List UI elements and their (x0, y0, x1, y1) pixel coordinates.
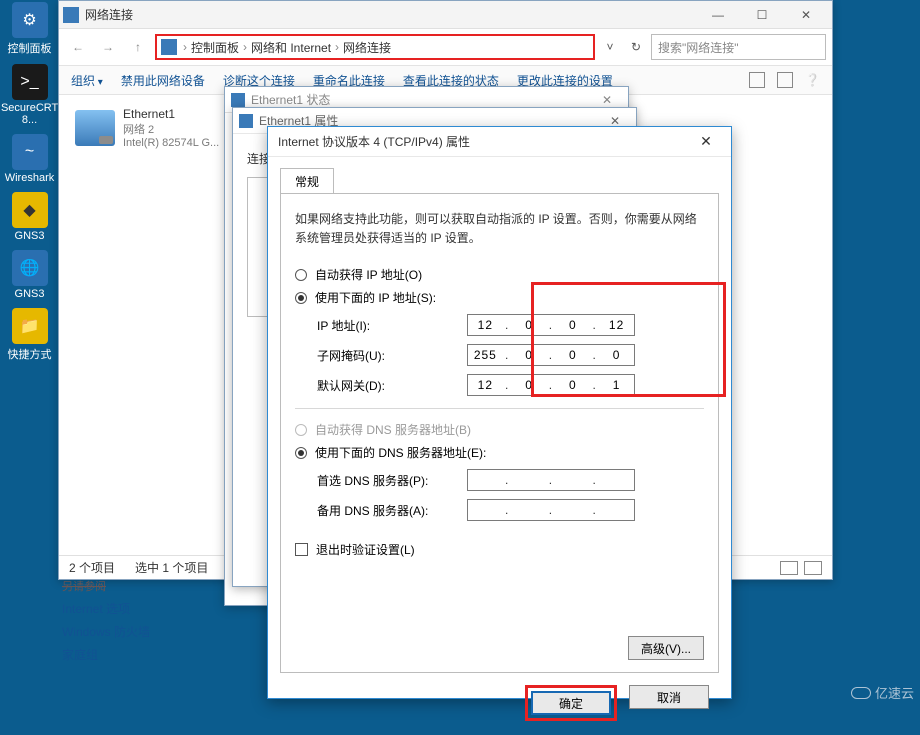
preview-icon[interactable] (777, 72, 793, 88)
link-firewall[interactable]: Windows 防火墙 (62, 623, 150, 640)
minimize-button[interactable]: — (696, 2, 740, 28)
breadcrumb-item[interactable]: 网络和 Internet (249, 39, 333, 56)
folder-icon: 📁 (12, 308, 48, 344)
desktop-icon-wireshark[interactable]: ~Wireshark (2, 134, 57, 184)
help-text: 如果网络支持此功能，则可以获取自动指派的 IP 设置。否则，你需要从网络系统管理… (295, 210, 704, 248)
disable-button[interactable]: 禁用此网络设备 (121, 72, 205, 89)
desktop-icon-gns3[interactable]: ◆GNS3 (2, 192, 57, 242)
radio-icon (295, 447, 307, 459)
nav-back[interactable]: ← (65, 34, 91, 60)
refresh-button[interactable]: ↻ (625, 36, 647, 58)
ethernet-icon (231, 93, 245, 107)
advanced-button[interactable]: 高级(V)... (628, 636, 704, 660)
help-icon[interactable]: ❔ (805, 73, 820, 87)
desktop-icon-shortcut[interactable]: 📁快捷方式 (2, 308, 57, 362)
desktop-icon-gns3-2[interactable]: 🌐GNS3 (2, 250, 57, 300)
adapter-name: Ethernet1 (123, 107, 219, 121)
ipv4-titlebar[interactable]: Internet 协议版本 4 (TCP/IPv4) 属性 ✕ (268, 127, 731, 157)
dns2-input[interactable]: . . . (467, 499, 635, 521)
nav-forward[interactable]: → (95, 34, 121, 60)
desktop-icon-control-panel[interactable]: ⚙控制面板 (2, 2, 57, 56)
validate-checkbox[interactable]: 退出时验证设置(L) (295, 541, 704, 558)
selected-count: 选中 1 个项目 (135, 559, 208, 576)
view-icon[interactable] (749, 72, 765, 88)
radio-icon (295, 424, 307, 436)
radio-icon (295, 269, 307, 281)
ip-label: IP 地址(I): (317, 317, 467, 334)
details-view-icon[interactable] (780, 561, 798, 575)
radio-auto-ip[interactable]: 自动获得 IP 地址(O) (295, 266, 704, 283)
breadcrumb-item[interactable]: 网络连接 (341, 39, 393, 56)
breadcrumb[interactable]: › 控制面板 › 网络和 Internet › 网络连接 (155, 34, 595, 60)
cancel-button[interactable]: 取消 (629, 685, 709, 709)
gns3-icon: ◆ (12, 192, 48, 228)
tab-general[interactable]: 常规 (280, 168, 334, 194)
dns1-label: 首选 DNS 服务器(P): (317, 472, 467, 489)
link-internet-options[interactable]: Internet 选项 (62, 600, 150, 617)
status-close-button[interactable]: ✕ (592, 93, 622, 107)
tab-strip: 常规 (268, 157, 731, 193)
adapter-device: Intel(R) 82574L G... (123, 137, 219, 149)
item-count: 2 个项目 (69, 559, 115, 576)
dns2-label: 备用 DNS 服务器(A): (317, 502, 467, 519)
adapter-icon (75, 110, 115, 146)
history-dropdown[interactable]: ˅ (599, 36, 621, 58)
dns1-input[interactable]: . . . (467, 469, 635, 491)
tab-body: 如果网络支持此功能，则可以获取自动指派的 IP 设置。否则，你需要从网络系统管理… (280, 193, 719, 673)
highlight-ip-box (531, 282, 726, 397)
wireshark-icon: ~ (12, 134, 48, 170)
mask-label: 子网掩码(U): (317, 347, 467, 364)
nav-bar: ← → ↑ › 控制面板 › 网络和 Internet › 网络连接 ˅ ↻ 搜… (59, 29, 832, 65)
see-also-panel: 另请参阅 Internet 选项 Windows 防火墙 家庭组 (62, 578, 150, 663)
ethernet-icon (239, 114, 253, 128)
icons-view-icon[interactable] (804, 561, 822, 575)
checkbox-icon (295, 543, 308, 556)
link-homegroup[interactable]: 家庭组 (62, 646, 150, 663)
watermark: 亿速云 (851, 683, 914, 702)
desktop-icon-securecrt[interactable]: >_SecureCRT 8... (2, 64, 57, 126)
ipv4-close-button[interactable]: ✕ (691, 133, 721, 150)
window-title: 网络连接 (85, 6, 696, 23)
breadcrumb-item[interactable]: 控制面板 (189, 39, 241, 56)
radio-use-dns[interactable]: 使用下面的 DNS 服务器地址(E): (295, 444, 704, 461)
securecrt-icon: >_ (12, 64, 48, 100)
control-panel-icon: ⚙ (12, 2, 48, 38)
ok-button[interactable]: 确定 (531, 691, 611, 715)
network-icon (63, 7, 79, 23)
globe-icon: 🌐 (12, 250, 48, 286)
desktop-icons: ⚙控制面板 >_SecureCRT 8... ~Wireshark ◆GNS3 … (2, 0, 57, 362)
nav-up[interactable]: ↑ (125, 34, 151, 60)
cloud-icon (851, 687, 871, 699)
radio-auto-dns: 自动获得 DNS 服务器地址(B) (295, 421, 704, 438)
gateway-label: 默认网关(D): (317, 377, 467, 394)
maximize-button[interactable]: ☐ (740, 2, 784, 28)
close-button[interactable]: ✕ (784, 2, 828, 28)
highlight-ok-box: 确定 (525, 685, 617, 721)
search-input[interactable]: 搜索"网络连接" (651, 34, 826, 60)
ipv4-properties-dialog: Internet 协议版本 4 (TCP/IPv4) 属性 ✕ 常规 如果网络支… (267, 126, 732, 699)
breadcrumb-icon (161, 39, 177, 55)
organize-menu[interactable]: 组织 (71, 72, 103, 89)
explorer-titlebar[interactable]: 网络连接 — ☐ ✕ (59, 1, 832, 29)
radio-icon (295, 292, 307, 304)
dialog-title: Internet 协议版本 4 (TCP/IPv4) 属性 (278, 133, 470, 150)
dialog-buttons: 确定 取消 (268, 685, 731, 735)
adapter-network: 网络 2 (123, 121, 219, 137)
see-also-header: 另请参阅 (62, 578, 150, 594)
